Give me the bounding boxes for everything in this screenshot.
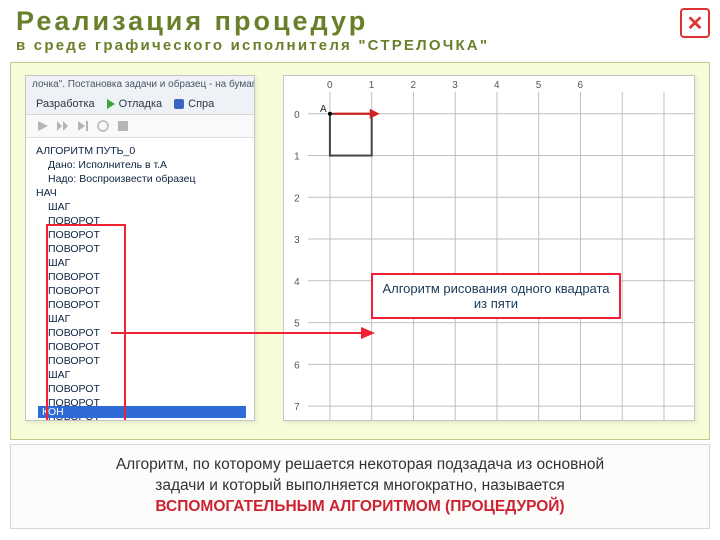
code-step: ПОВОРОТ [48, 382, 244, 396]
code-step: ПОВОРОТ [48, 242, 244, 256]
x-axis-label: 0 [327, 80, 333, 91]
x-axis-label: 3 [452, 80, 458, 91]
y-axis-label: 7 [294, 402, 300, 413]
connector-arrow [111, 323, 381, 343]
code-step: ШАГ [48, 256, 244, 270]
tab-help-label: Спра [188, 98, 214, 110]
code-line: Дано: Исполнитель в т.А [48, 158, 244, 172]
code-step: ШАГ [48, 200, 244, 214]
code-line: НАЧ [36, 186, 244, 200]
y-axis-label: 2 [294, 193, 300, 204]
code-step: ПОВОРОТ [48, 298, 244, 312]
code-step: ПОВОРОТ [48, 228, 244, 242]
main-stage: лочка". Постановка задачи и образец - на… [10, 62, 710, 440]
footer-line3: ВСПОМОГАТЕЛЬНЫМ АЛГОРИТМОМ (ПРОЦЕДУРОЙ) [155, 498, 564, 515]
code-step: ПОВОРОТ [48, 354, 244, 368]
window-titlebar: лочка". Постановка задачи и образец - на… [26, 76, 254, 94]
editor-tabs: Разработка Отладка Спра [26, 94, 254, 115]
x-axis-label: 5 [536, 80, 542, 91]
slide-title: Реализация процедур [16, 6, 704, 37]
y-axis-label: 6 [294, 360, 300, 371]
code-line: Надо: Воспроизвести образец [48, 172, 244, 186]
fast-forward-icon[interactable] [56, 119, 70, 133]
code-line: АЛГОРИТМ ПУТЬ_0 [36, 144, 244, 158]
code-step: ШАГ [48, 368, 244, 382]
y-axis-label: 3 [294, 235, 300, 246]
tab-development[interactable]: Разработка [36, 98, 95, 110]
tab-debug[interactable]: Отладка [107, 98, 162, 110]
grid-canvas-panel: 0123456 01234567 A [283, 75, 695, 421]
code-line-end: КОН [38, 406, 246, 418]
grid-svg: 0123456 01234567 A [284, 76, 694, 420]
slide-header: Реализация процедур в среде графического… [0, 0, 720, 56]
footer-definition: Алгоритм, по которому решается некоторая… [10, 444, 710, 529]
slide-subtitle: в среде графического исполнителя "СТРЕЛО… [16, 37, 704, 54]
stop-icon[interactable] [116, 119, 130, 133]
point-a-label: A [320, 104, 327, 115]
x-axis-label: 1 [369, 80, 375, 91]
x-axis-label: 2 [410, 80, 416, 91]
x-axis-label: 6 [577, 80, 583, 91]
close-icon: ✕ [687, 11, 704, 36]
code-editor-panel: лочка". Постановка задачи и образец - на… [25, 75, 255, 421]
drawn-square [330, 114, 372, 156]
close-button[interactable]: ✕ [680, 8, 710, 38]
skip-icon[interactable] [76, 119, 90, 133]
y-axis-label: 1 [294, 152, 300, 163]
algorithm-code: АЛГОРИТМ ПУТЬ_0 Дано: Исполнитель в т.А … [26, 138, 254, 421]
code-step: ПОВОРОТ [48, 284, 244, 298]
x-axis-label: 4 [494, 80, 500, 91]
record-icon[interactable] [96, 119, 110, 133]
play-icon [107, 99, 115, 109]
player-controls [26, 115, 254, 138]
callout-box: Алгоритм рисования одного квадрата из пя… [371, 273, 621, 319]
code-step: ПОВОРОТ [48, 214, 244, 228]
tab-debug-label: Отладка [119, 98, 162, 110]
code-step: ПОВОРОТ [48, 270, 244, 284]
play-icon[interactable] [36, 119, 50, 133]
footer-line2: задачи и который выполняется многократно… [155, 477, 565, 494]
point-a-dot [328, 112, 332, 116]
help-icon [174, 99, 184, 109]
y-axis-label: 4 [294, 277, 300, 288]
y-axis-label: 0 [294, 110, 300, 121]
direction-arrow-head [370, 109, 380, 119]
tab-help[interactable]: Спра [174, 98, 214, 110]
footer-line1: Алгоритм, по которому решается некоторая… [116, 456, 604, 473]
